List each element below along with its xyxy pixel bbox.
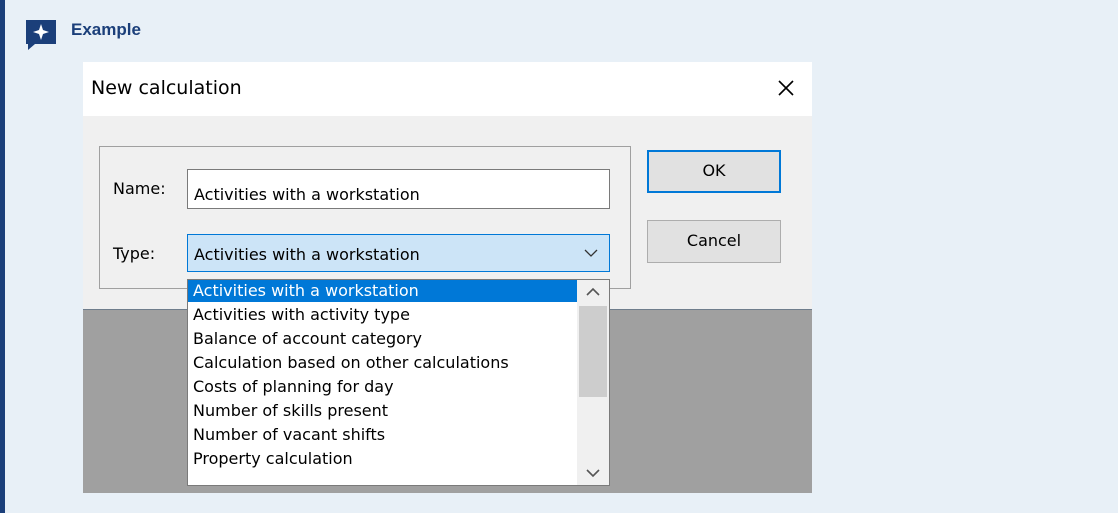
cancel-button[interactable]: Cancel [647,220,781,263]
dropdown-item[interactable]: Property calculation [188,448,577,470]
dropdown-scrollbar[interactable] [577,280,609,485]
type-dropdown-list: Activities with a workstation Activities… [187,279,610,486]
scrollbar-thumb[interactable] [579,306,607,397]
dialog-title: New calculation [91,77,242,99]
sparkle-icon [26,20,56,50]
dialog-titlebar: New calculation [83,62,812,116]
dropdown-item[interactable]: Number of vacant shifts [188,424,577,446]
dropdown-item[interactable]: Costs of planning for day [188,376,577,398]
dropdown-item[interactable]: Activities with a workstation [188,280,577,302]
close-icon[interactable] [773,75,799,101]
type-label: Type: [113,244,156,263]
scroll-up-icon[interactable] [577,280,609,304]
callout-title: Example [71,20,141,39]
dropdown-item[interactable]: Balance of account category [188,328,577,350]
example-callout: Example New calculation Name: Type: Acti… [0,0,1118,513]
type-selected-value: Activities with a workstation [194,245,420,264]
chevron-down-icon [584,249,598,257]
dropdown-item[interactable]: Number of skills present [188,400,577,422]
dropdown-item[interactable]: Calculation based on other calculations [188,352,577,374]
scroll-down-icon[interactable] [577,461,609,485]
dropdown-item[interactable]: Activities with activity type [188,304,577,326]
ok-button[interactable]: OK [647,150,781,193]
name-label: Name: [113,179,166,198]
type-select[interactable]: Activities with a workstation [187,234,610,272]
name-input[interactable] [187,169,610,209]
